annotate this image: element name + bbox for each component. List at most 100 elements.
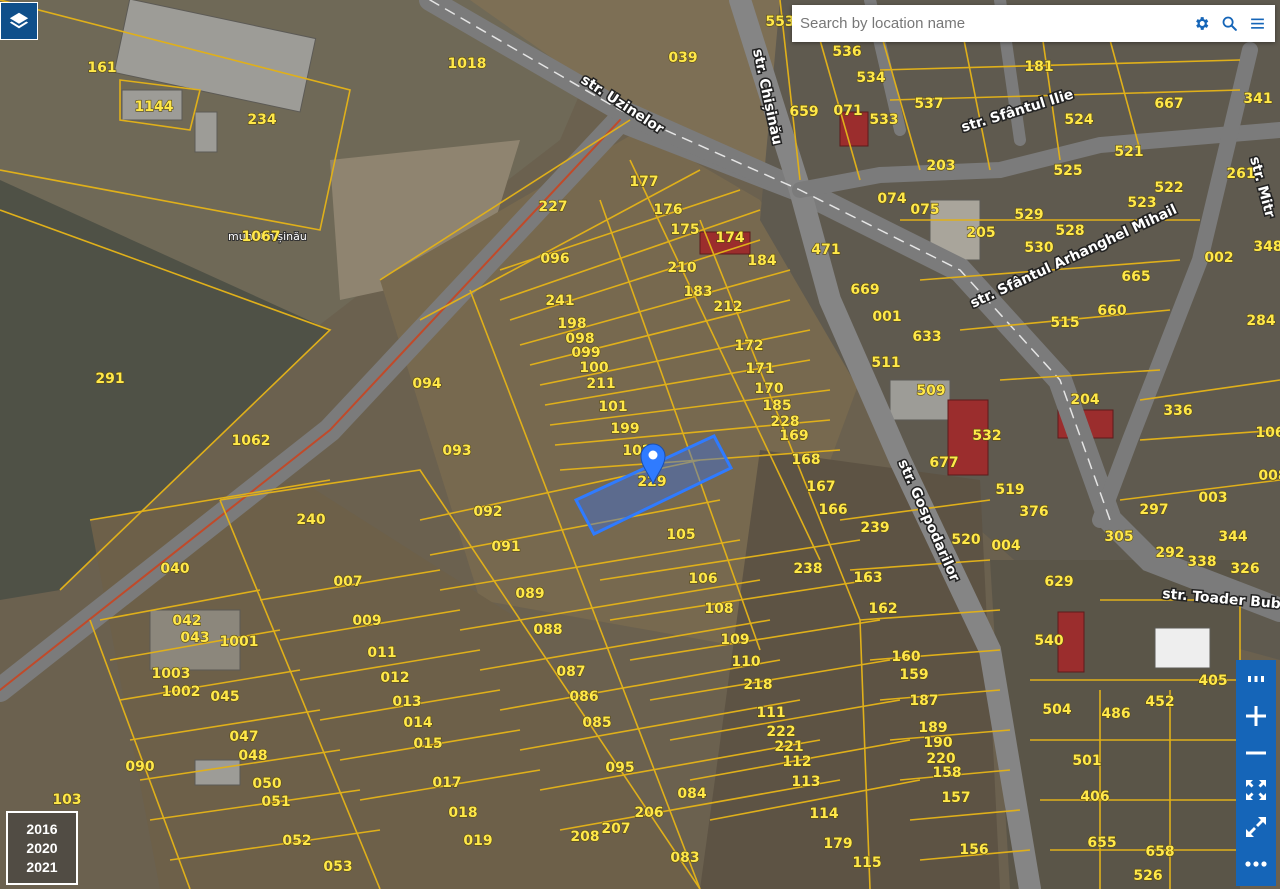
parcel-label: 523 [1127, 195, 1156, 211]
parcel-label: 105 [666, 527, 695, 543]
parcel-label: 013 [392, 694, 421, 710]
zoom-out-button[interactable] [1236, 734, 1276, 771]
parcel-label: 536 [832, 44, 861, 60]
menu-button[interactable] [1243, 10, 1271, 38]
parcel-label: 376 [1019, 504, 1048, 520]
parcel-label: 071 [833, 103, 862, 119]
parcel-label: 051 [261, 794, 290, 810]
parcel-label: 284 [1246, 313, 1275, 329]
parcel-label: 526 [1133, 868, 1162, 884]
parcel-label: 665 [1121, 269, 1150, 285]
parcel-label: 515 [1050, 315, 1079, 331]
parcel-label: 042 [172, 613, 201, 629]
minus-icon [1246, 751, 1266, 754]
parcel-label: 212 [713, 299, 742, 315]
parcel-label: 157 [941, 790, 970, 806]
parcel-label: 002 [1204, 250, 1233, 266]
parcel-label: 167 [806, 479, 835, 495]
parcel-label: 109 [720, 632, 749, 648]
parcel-label: 452 [1145, 694, 1174, 710]
year-option[interactable]: 2020 [26, 839, 57, 858]
layers-button[interactable] [0, 2, 38, 40]
parcel-label: 108 [704, 601, 733, 617]
parcel-label: 520 [951, 532, 980, 548]
parcel-label: 001 [872, 309, 901, 325]
more-options-button[interactable] [1236, 845, 1276, 882]
parcel-label: 113 [791, 774, 820, 790]
gear-icon [1195, 17, 1208, 30]
parcel-label: 185 [762, 398, 791, 414]
parcel-label: 1144 [135, 99, 174, 115]
parcel-label: 533 [869, 112, 898, 128]
fullscreen-button[interactable] [1236, 808, 1276, 845]
parcel-label: 074 [877, 191, 906, 207]
parcel-label: 018 [448, 805, 477, 821]
search-icon [1222, 16, 1237, 31]
parcel-label: 009 [352, 613, 381, 629]
year-option[interactable]: 2021 [26, 858, 57, 877]
parcel-label: 114 [809, 806, 838, 822]
parcel-label: 100 [579, 360, 608, 376]
parcel-label: 537 [914, 96, 943, 112]
extent-icon [1246, 779, 1266, 800]
parcel-label: 261 [1226, 166, 1255, 182]
parcel-label: 087 [556, 664, 585, 680]
parcel-label: 234 [247, 112, 276, 128]
parcel-label: 204 [1070, 392, 1099, 408]
more-tools-button[interactable] [1236, 660, 1276, 697]
parcel-label: 090 [125, 759, 154, 775]
parcel-label: 553 [765, 14, 794, 30]
parcel-label: 511 [871, 355, 900, 371]
more-icon [1248, 675, 1264, 682]
parcel-label: 1067 [242, 229, 281, 245]
parcel-label: 238 [793, 561, 822, 577]
zoom-in-button[interactable] [1236, 697, 1276, 734]
search-input[interactable] [798, 7, 1187, 40]
parcel-label: 529 [1014, 207, 1043, 223]
parcel-label: 207 [601, 821, 630, 837]
parcel-label: 103 [52, 792, 81, 808]
parcel-label: 471 [811, 242, 840, 258]
imagery-year-selector[interactable]: 2016 2020 2021 [6, 811, 78, 885]
parcel-label: 525 [1053, 163, 1082, 179]
parcel-label: 633 [912, 329, 941, 345]
parcel-label: 198 [557, 316, 586, 332]
parcel-label: 112 [782, 754, 811, 770]
parcel-label: 176 [653, 202, 682, 218]
parcel-label: 210 [667, 260, 696, 276]
year-option[interactable]: 2016 [26, 820, 57, 839]
settings-button[interactable] [1187, 10, 1215, 38]
parcel-label: 187 [909, 693, 938, 709]
parcel-label: 669 [850, 282, 879, 298]
parcel-label: 168 [791, 452, 820, 468]
parcel-label: 338 [1187, 554, 1216, 570]
parcel-label: 106 [688, 571, 717, 587]
parcel-label: 677 [929, 455, 958, 471]
parcel-label: 162 [868, 601, 897, 617]
parcel-label: 011 [367, 645, 396, 661]
search-bar [792, 5, 1275, 42]
parcel-label: 181 [1024, 59, 1053, 75]
parcel-label: 240 [296, 512, 325, 528]
map-canvas[interactable]: str. Uzinelor str. Chișinău str. Sfântul… [0, 0, 1280, 889]
parcel-label: 007 [333, 574, 362, 590]
parcel-label: 522 [1154, 180, 1183, 196]
parcel-label: 521 [1114, 144, 1143, 160]
parcel-label: 534 [856, 70, 885, 86]
parcel-label: 241 [545, 293, 574, 309]
parcel-label: 504 [1042, 702, 1071, 718]
parcel-label: 099 [571, 345, 600, 361]
parcel-label: 086 [569, 689, 598, 705]
parcel-label: 048 [238, 748, 267, 764]
full-extent-button[interactable] [1236, 771, 1276, 808]
parcel-label: 667 [1154, 96, 1183, 112]
search-button[interactable] [1215, 10, 1243, 38]
parcel-label: 190 [923, 735, 952, 751]
parcel-label: 1001 [220, 634, 259, 650]
parcel-label: 096 [540, 251, 569, 267]
parcel-label: 161 [87, 60, 116, 76]
parcel-label: 199 [610, 421, 639, 437]
parcel-label: 101 [598, 399, 627, 415]
parcel-label: 509 [916, 383, 945, 399]
parcel-label: 053 [323, 859, 352, 875]
